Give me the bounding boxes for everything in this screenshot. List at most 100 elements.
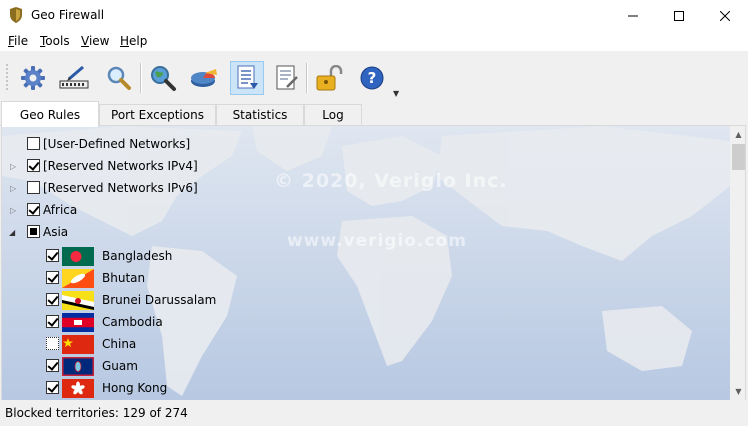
view-log-button[interactable]: [230, 61, 264, 95]
status-bar: Blocked territories: 129 of 274: [0, 400, 748, 426]
tree-node-label: [User-Defined Networks]: [43, 137, 191, 151]
bhutan-flag-icon: [62, 269, 94, 288]
toolbar-overflow-icon[interactable]: ▼: [393, 89, 399, 98]
tree-node-africa[interactable]: ▷ Africa: [2, 200, 702, 222]
title-bar: Geo Firewall: [0, 0, 748, 31]
tree-node-label: Bhutan: [102, 271, 146, 285]
help-button[interactable]: ?: [355, 61, 389, 95]
menu-help-mnemonic: H: [120, 34, 130, 48]
tab-log-label: Log: [322, 108, 344, 122]
menu-bar: File Tools View Help: [0, 31, 748, 51]
tree-node-asia[interactable]: ◢ Asia: [2, 222, 702, 244]
cambodia-flag-icon: [62, 313, 94, 332]
checkbox-unchecked[interactable]: [46, 337, 59, 350]
checkbox-checked[interactable]: [46, 381, 59, 394]
guam-flag-icon: [62, 357, 94, 376]
checkbox-checked[interactable]: [46, 249, 59, 262]
menu-help[interactable]: Help: [120, 34, 147, 48]
tab-statistics[interactable]: Statistics: [216, 104, 304, 125]
tree-node-country[interactable]: Cambodia: [2, 312, 702, 334]
tree-node-reserved-ipv6[interactable]: ▷ [Reserved Networks IPv6]: [2, 178, 702, 200]
maximize-button[interactable]: [656, 0, 702, 31]
checkbox-checked[interactable]: [46, 315, 59, 328]
close-icon: [720, 10, 730, 21]
toolbar-separator: [140, 63, 142, 93]
toolbar: ? ▼: [0, 51, 748, 101]
tree-node-label: Asia: [43, 225, 69, 239]
collapse-arrow-icon[interactable]: ◢: [9, 228, 17, 238]
china-flag-icon: [62, 335, 94, 354]
tab-port-exceptions[interactable]: Port Exceptions: [99, 104, 216, 125]
unlock-button[interactable]: [312, 61, 346, 95]
checkbox-checked[interactable]: [27, 203, 40, 216]
checkbox-unchecked[interactable]: [27, 137, 40, 150]
expand-arrow-icon[interactable]: ▷: [10, 206, 18, 216]
tree-node-label: Guam: [102, 359, 138, 373]
scroll-down-icon[interactable]: ▼: [730, 383, 745, 400]
gear-icon: [21, 66, 45, 90]
tree-node-label: Brunei Darussalam: [102, 293, 217, 307]
checkbox-checked[interactable]: [46, 293, 59, 306]
settings-button[interactable]: [16, 61, 50, 95]
checkbox-checked[interactable]: [46, 271, 59, 284]
maximize-icon: [674, 10, 684, 21]
tree-node-label: Bangladesh: [102, 249, 173, 263]
tab-geo-rules[interactable]: Geo Rules: [1, 101, 99, 127]
hong-kong-flag-icon: [62, 379, 94, 398]
tree-node-country[interactable]: Brunei Darussalam: [2, 290, 702, 312]
svg-text:?: ?: [368, 69, 377, 87]
brunei-flag-icon: [62, 291, 94, 310]
window-title: Geo Firewall: [31, 8, 105, 22]
magnifier-icon: [107, 66, 131, 90]
menu-view[interactable]: View: [81, 34, 109, 48]
tree-node-label: Hong Kong: [102, 381, 168, 395]
toolbar-grip[interactable]: [6, 63, 8, 91]
tab-strip: Geo Rules Port Exceptions Statistics Log: [0, 101, 748, 127]
find-button[interactable]: [102, 61, 136, 95]
statistics-button[interactable]: [187, 61, 221, 95]
vertical-scrollbar[interactable]: ▲ ▼: [730, 126, 745, 400]
menu-file-rest: ile: [14, 34, 29, 48]
globe-search-icon: [151, 66, 176, 91]
tree-node-country[interactable]: Bangladesh: [2, 246, 702, 268]
scroll-up-icon[interactable]: ▲: [730, 126, 745, 143]
checkbox-checked[interactable]: [46, 359, 59, 372]
tab-port-exceptions-label: Port Exceptions: [111, 108, 204, 122]
tab-log[interactable]: Log: [304, 104, 362, 125]
menu-help-rest: elp: [129, 34, 148, 48]
tree-node-country[interactable]: Hong Kong: [2, 378, 702, 400]
minimize-button[interactable]: [610, 0, 656, 31]
checkbox-checked[interactable]: [27, 159, 40, 172]
checkbox-unchecked[interactable]: [27, 181, 40, 194]
tree-node-user-defined-networks[interactable]: [User-Defined Networks]: [2, 134, 702, 156]
report-button[interactable]: [270, 61, 304, 95]
toolbar-separator: [306, 63, 308, 93]
expand-arrow-icon[interactable]: ▷: [10, 184, 18, 194]
scrollbar-thumb[interactable]: [732, 144, 745, 170]
edit-networks-button[interactable]: [57, 61, 91, 95]
tree-node-country[interactable]: Guam: [2, 356, 702, 378]
tree-node-reserved-ipv4[interactable]: ▷ [Reserved Networks IPv4]: [2, 156, 702, 178]
tab-geo-rules-label: Geo Rules: [19, 107, 81, 122]
menu-view-rest: iew: [88, 34, 110, 48]
geo-rules-panel: © 2020, Verigio Inc. www.verigio.com [Us…: [1, 126, 746, 400]
bangladesh-flag-icon: [62, 247, 94, 266]
tree-node-label: China: [102, 337, 137, 351]
checkbox-partial[interactable]: [27, 225, 40, 238]
pie-chart-icon: [191, 69, 217, 87]
minimize-icon: [628, 15, 638, 16]
tab-statistics-label: Statistics: [232, 108, 288, 122]
app-shield-icon: [10, 7, 22, 23]
lookup-button[interactable]: [146, 61, 180, 95]
menu-view-mnemonic: V: [81, 34, 89, 48]
network-edit-icon: [59, 65, 89, 89]
log-list-icon: [237, 65, 258, 89]
menu-tools[interactable]: Tools: [40, 34, 70, 48]
tree-node-country[interactable]: Bhutan: [2, 268, 702, 290]
tree-node-label: Africa: [43, 203, 78, 217]
close-button[interactable]: [702, 0, 748, 31]
menu-file[interactable]: File: [8, 34, 28, 48]
menu-tools-rest: ools: [45, 34, 70, 48]
expand-arrow-icon[interactable]: ▷: [10, 162, 18, 172]
tree-node-country[interactable]: China: [2, 334, 702, 356]
